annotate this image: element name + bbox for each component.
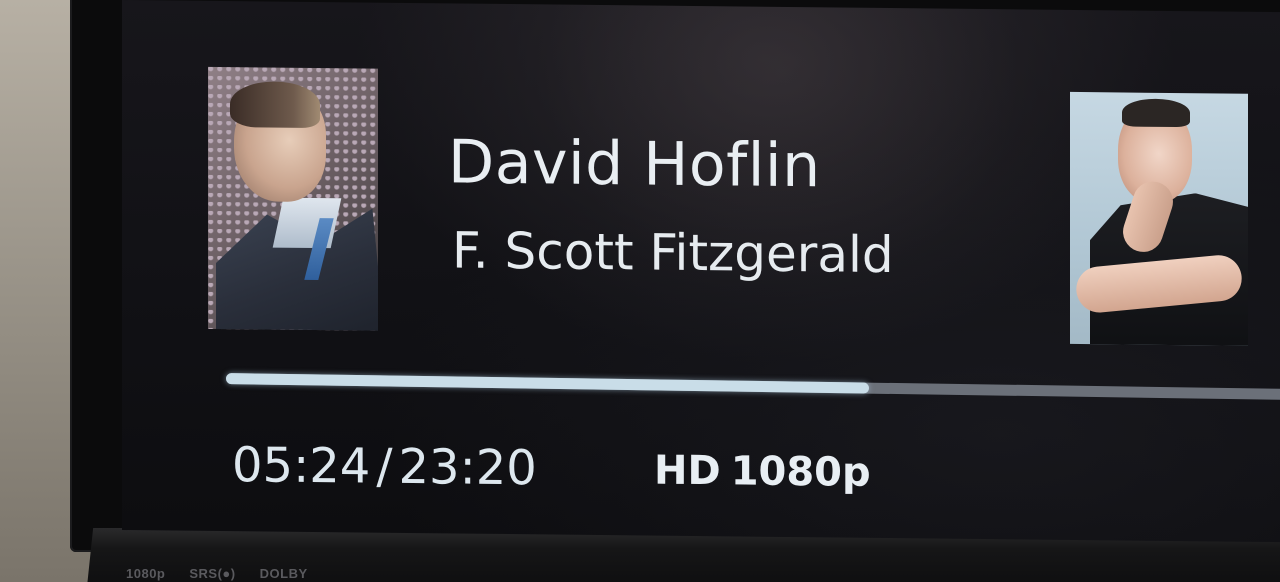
- now-playing-subtitle: F. Scott Fitzgerald: [452, 221, 894, 285]
- photo-scene: 1080p SRS(●) DOLBY David Hoflin F. Scott…: [0, 0, 1280, 582]
- bezel-logo-1080p: 1080p: [126, 566, 166, 581]
- next-thumbnail[interactable]: [1070, 91, 1248, 346]
- time-separator: /: [376, 438, 393, 495]
- tv-screen: David Hoflin F. Scott Fitzgerald 05:24 /…: [122, 0, 1280, 543]
- tv-bezel-logos: 1080p SRS(●) DOLBY: [126, 566, 308, 581]
- resolution-label: 1080p: [730, 448, 871, 496]
- playback-progress-fill: [225, 373, 869, 394]
- total-duration: 23:20: [398, 438, 537, 497]
- bezel-logo-srs: SRS(●): [189, 566, 236, 581]
- video-quality-indicator: HD 1080p: [654, 448, 871, 496]
- bezel-logo-dolby: DOLBY: [259, 566, 308, 581]
- now-playing-title: David Hoflin: [448, 127, 821, 202]
- hd-badge: HD: [654, 447, 721, 495]
- elapsed-time: 05:24: [232, 437, 371, 495]
- thumbnail-hair: [1122, 98, 1190, 128]
- thumbnail-hair: [230, 81, 320, 129]
- playback-time: 05:24 / 23:20: [232, 437, 537, 496]
- previous-thumbnail[interactable]: [208, 66, 378, 331]
- playback-progress-bar[interactable]: [225, 373, 1280, 401]
